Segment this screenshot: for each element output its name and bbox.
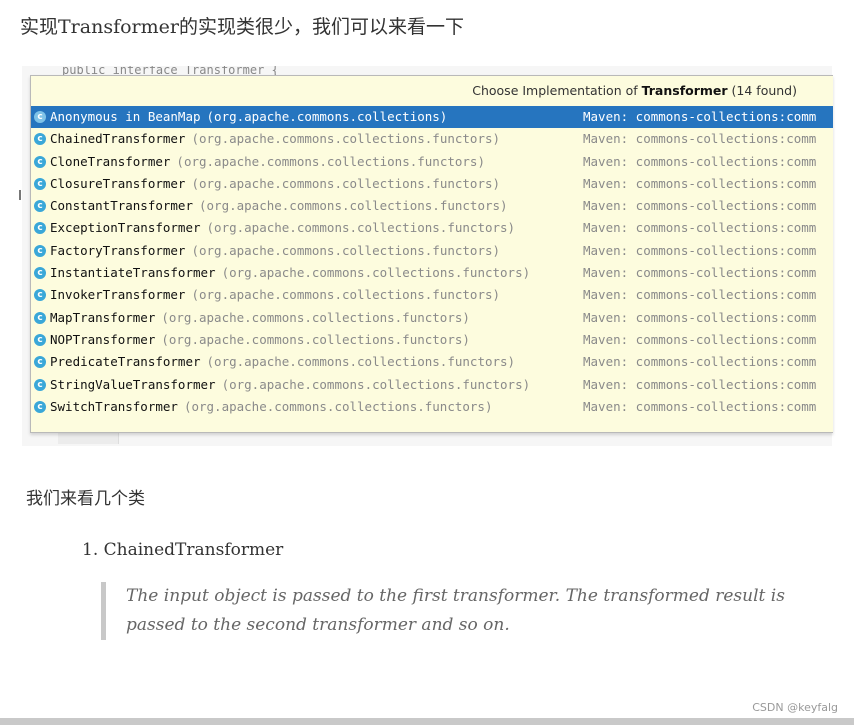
ordered-list-item: 1. ChainedTransformer [82,540,284,560]
library-source: Maven: commons-collections:comm [583,309,817,325]
implementation-name: FactoryTransformer (org.apache.commons.co… [50,240,500,262]
class-name: ExceptionTransformer [50,220,201,236]
class-name: StringValueTransformer [50,376,216,392]
class-name: ChainedTransformer [50,131,186,147]
implementation-item[interactable]: c ConstantTransformer (org.apache.commons.… [31,195,833,217]
library-source: Maven: commons-collections:comm [583,354,817,370]
implementation-item[interactable]: c Anonymous in BeanMap (org.apache.commons… [31,106,833,129]
choose-implementation-popup: Choose Implementation of Transformer (14… [30,75,833,433]
class-name: SwitchTransformer [50,398,178,414]
class-icon: c [34,311,46,324]
library-source: Maven: commons-collections:comm [583,398,817,414]
implementation-name: ChainedTransformer (org.apache.commons.co… [50,128,500,150]
package-name: (org.apache.commons.collections.functors… [191,242,501,258]
implementation-item[interactable]: c InstantiateTransformer (org.apache.commo… [31,262,833,284]
package-name: (org.apache.commons.collections.functors… [161,309,470,325]
package-name: (org.apache.commons.collections.functors… [206,354,516,370]
package-name: (org.apache.commons.collections.functors… [191,287,501,303]
implementation-name: ConstantTransformer (org.apache.commons.c… [50,195,508,217]
implementation-item[interactable]: c NOPTransformer (org.apache.commons.colle… [31,329,833,351]
package-name: (org.apache.commons.collections.functors… [191,175,501,191]
implementation-name: NOPTransformer (org.apache.commons.collec… [50,329,470,351]
implementation-name: InvokerTransformer (org.apache.commons.co… [50,284,500,306]
implementation-name: StringValueTransformer (org.apache.common… [50,374,530,396]
class-name: InstantiateTransformer [50,265,216,281]
implementation-item[interactable]: c SwitchTransformer (org.apache.commons.co… [31,396,833,418]
class-name: Anonymous in BeanMap [50,109,201,124]
library-source: Maven: commons-collections:comm [583,109,817,124]
implementation-item[interactable]: c InvokerTransformer (org.apache.commons.c… [31,284,833,306]
implementation-name: ExceptionTransformer (org.apache.commons.… [50,217,515,239]
package-name: (org.apache.commons.collections.functors… [176,153,485,169]
library-source: Maven: commons-collections:comm [583,376,817,392]
implementation-name: CloneTransformer (org.apache.commons.coll… [50,151,485,173]
class-icon: c [34,222,46,235]
library-source: Maven: commons-collections:comm [583,175,817,191]
class-name: FactoryTransformer [50,242,186,258]
package-name: (org.apache.commons.collections.functors… [183,398,493,414]
library-source: Maven: commons-collections:comm [583,131,817,147]
class-icon: c [34,289,46,302]
implementation-name: MapTransformer (org.apache.commons.collec… [50,307,470,329]
page-scrollbar[interactable] [0,718,854,725]
class-icon: c [34,333,46,346]
csdn-watermark: CSDN @keyfalg [752,701,838,714]
implementation-item[interactable]: c ChainedTransformer (org.apache.commons.c… [31,128,833,150]
editor-margin-mark [19,190,21,200]
implementation-item[interactable]: c MapTransformer (org.apache.commons.colle… [31,307,833,329]
package-name: (org.apache.commons.collections.functors… [199,198,508,214]
library-source: Maven: commons-collections:comm [583,265,817,281]
popup-header: Choose Implementation of Transformer (14… [31,76,833,105]
class-icon: c [34,111,46,123]
class-icon: c [34,200,46,213]
class-name: InvokerTransformer [50,287,186,303]
implementation-item[interactable]: c StringValueTransformer (org.apache.commo… [31,374,833,396]
implementation-name: Anonymous in BeanMap (org.apache.commons.… [50,106,447,128]
package-name: (org.apache.commons.collections.functors… [191,131,501,147]
popup-header-count: (14 found) [727,83,797,98]
intro-text: 实现Transformer的实现类很少，我们可以来看一下 [20,16,464,38]
class-icon: c [34,177,46,190]
class-icon: c [34,378,46,391]
class-icon: c [34,356,46,369]
package-name: (org.apache.commons.collections.functors… [206,220,516,236]
popup-header-prefix: Choose Implementation of [472,83,642,98]
class-name: PredicateTransformer [50,354,201,370]
package-name: (org.apache.commons.collections.functors… [161,331,470,347]
package-name: (org.apache.commons.collections.functors… [221,376,531,392]
package-name: (org.apache.commons.collections) [206,109,448,124]
library-source: Maven: commons-collections:comm [583,242,817,258]
class-icon: c [34,400,46,413]
class-icon: c [34,133,46,146]
popup-header-interface: Transformer [641,83,728,98]
class-icon: c [34,155,46,168]
library-source: Maven: commons-collections:comm [583,287,817,303]
implementation-name: InstantiateTransformer (org.apache.common… [50,262,530,284]
class-name: NOPTransformer [50,331,156,347]
library-source: Maven: commons-collections:comm [583,198,817,214]
library-source: Maven: commons-collections:comm [583,220,817,236]
implementation-item[interactable]: c FactoryTransformer (org.apache.commons.c… [31,240,833,262]
implementation-item[interactable]: c CloneTransformer (org.apache.commons.col… [31,151,833,173]
library-source: Maven: commons-collections:comm [583,153,817,169]
class-name: ClosureTransformer [50,175,186,191]
library-source: Maven: commons-collections:comm [583,331,817,347]
implementation-name: SwitchTransformer (org.apache.commons.col… [50,396,493,418]
class-name: ConstantTransformer [50,198,193,214]
implementation-name: ClosureTransformer (org.apache.commons.co… [50,173,500,195]
implementation-item[interactable]: c ExceptionTransformer (org.apache.commons… [31,217,833,239]
package-name: (org.apache.commons.collections.functors… [221,265,531,281]
blockquote: The input object is passed to the first … [101,582,806,640]
implementation-list: c Anonymous in BeanMap (org.apache.commons… [31,106,833,418]
class-icon: c [34,244,46,257]
implementation-name: PredicateTransformer (org.apache.commons.… [50,351,515,373]
class-icon: c [34,267,46,280]
sub-heading-text: 我们来看几个类 [26,489,145,509]
class-name: MapTransformer [50,309,156,325]
class-name: CloneTransformer [50,153,171,169]
implementation-item[interactable]: c ClosureTransformer (org.apache.commons.c… [31,173,833,195]
implementation-item[interactable]: c PredicateTransformer (org.apache.commons… [31,351,833,373]
